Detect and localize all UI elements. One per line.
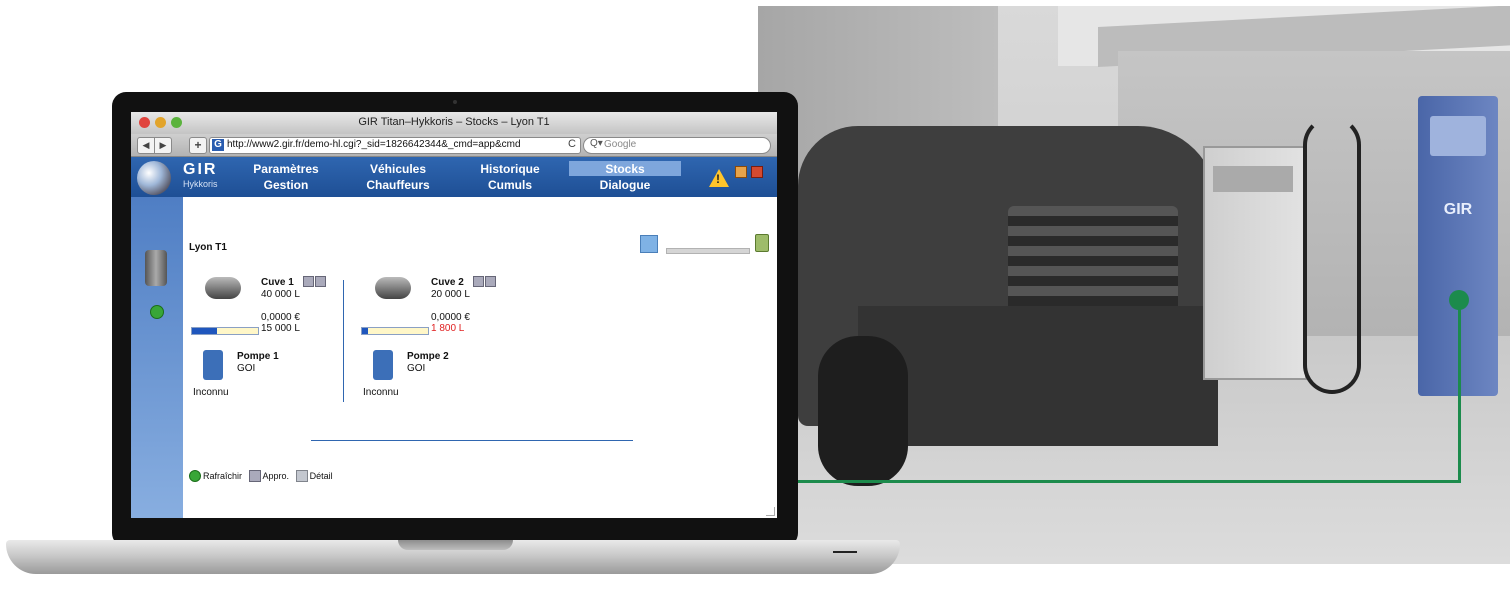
search-field[interactable]: Q▾ Google — [583, 137, 771, 154]
menu-item-stocks[interactable]: Stocks — [569, 161, 681, 177]
search-icon: Q▾ — [590, 138, 603, 149]
menu-column-parametres: Paramètres Gestion — [231, 161, 341, 193]
section-divider — [311, 440, 633, 441]
edit-icon[interactable] — [473, 276, 484, 287]
site-title: Lyon T1 — [189, 242, 227, 253]
tank-level-gauge — [191, 327, 259, 335]
menu-item-parametres[interactable]: Paramètres — [231, 161, 341, 177]
tank-level-gauge — [361, 327, 429, 335]
add-bookmark-button[interactable]: + — [189, 137, 207, 154]
pump-state: Inconnu — [363, 387, 399, 398]
menu-column-vehicules: Véhicules Chauffeurs — [343, 161, 453, 193]
warning-mark: ! — [716, 172, 720, 186]
logout-icon[interactable] — [751, 166, 763, 178]
refresh-icon[interactable] — [150, 305, 164, 319]
zoom-slider[interactable] — [666, 248, 750, 254]
refresh-icon — [189, 470, 201, 482]
tank-level: 1 800 L — [431, 323, 465, 334]
app-header: GIR Hykkoris Paramètres Gestion Véhicule… — [131, 157, 777, 197]
connector-line-vertical — [1458, 300, 1461, 483]
window-titlebar: GIR Titan–Hykkoris – Stocks – Lyon T1 — [131, 112, 777, 134]
tank-capacity: 40 000 L — [261, 289, 300, 300]
truck-bumper — [858, 306, 1218, 446]
dispenser-display — [1213, 166, 1293, 192]
details-icon[interactable] — [315, 276, 326, 287]
menu-item-dialogue[interactable]: Dialogue — [569, 177, 681, 193]
pump-state: Inconnu — [193, 387, 229, 398]
tank-capacity: 20 000 L — [431, 289, 470, 300]
tank-level: 15 000 L — [261, 323, 300, 334]
laptop-screen: GIR Titan–Hykkoris – Stocks – Lyon T1 ◀ … — [131, 112, 777, 518]
truck-wheel — [818, 336, 908, 486]
footer-actions: Rafraîchir Appro. Détail — [189, 470, 337, 482]
monitor-icon[interactable] — [640, 235, 658, 253]
connector-dot-pump — [1449, 290, 1469, 310]
details-icon[interactable] — [485, 276, 496, 287]
pump-fuel: GOI — [407, 363, 426, 374]
pump-fuel: GOI — [237, 363, 256, 374]
forward-button[interactable]: ▶ — [154, 137, 172, 154]
tank-level-fill — [362, 328, 368, 334]
reload-icon[interactable]: C — [568, 138, 576, 150]
fuel-pump-icon — [373, 350, 393, 380]
menu-column-stocks: Stocks Dialogue — [569, 161, 681, 193]
tank-icon — [205, 277, 241, 299]
resize-handle[interactable] — [766, 507, 775, 516]
laptop-indicator — [833, 551, 857, 553]
barrel-icon[interactable] — [145, 250, 167, 286]
edit-icon[interactable] — [303, 276, 314, 287]
tank-price: 0,0000 € — [431, 312, 470, 323]
tank-separator — [343, 280, 344, 402]
site-favicon-icon: G — [212, 139, 224, 151]
appro-link[interactable]: Appro. — [263, 471, 290, 481]
home-icon[interactable] — [735, 166, 747, 178]
menu-item-cumuls[interactable]: Cumuls — [455, 177, 565, 193]
truck-grille — [1008, 206, 1178, 316]
browser-toolbar: ◀ ▶ + G http://www2.gir.fr/demo-hl.cgi?_… — [131, 134, 777, 157]
search-placeholder: Google — [604, 139, 637, 150]
gir-terminal-logo: GIR — [1443, 201, 1473, 218]
tank-name: Cuve 2 — [431, 277, 464, 288]
menu-item-chauffeurs[interactable]: Chauffeurs — [343, 177, 453, 193]
back-button[interactable]: ◀ — [137, 137, 155, 154]
tank-name: Cuve 1 — [261, 277, 294, 288]
menu-item-historique[interactable]: Historique — [455, 161, 565, 177]
menu-item-gestion[interactable]: Gestion — [231, 177, 341, 193]
refresh-link[interactable]: Rafraîchir — [203, 471, 242, 481]
globe-logo-icon — [137, 161, 171, 195]
tank-card: Cuve 2 20 000 L 0,0000 € 1 800 L Pompe 2… — [361, 276, 601, 398]
menu-column-historique: Historique Cumuls — [455, 161, 565, 193]
window-title: GIR Titan–Hykkoris – Stocks – Lyon T1 — [358, 116, 550, 128]
gir-logo: GIR — [183, 161, 218, 178]
calculator-icon[interactable] — [755, 234, 769, 252]
edit-icon — [248, 470, 261, 482]
fuel-pump-icon — [203, 350, 223, 380]
laptop-notch — [398, 540, 513, 550]
content-curve — [183, 197, 777, 237]
menu-item-vehicules[interactable]: Véhicules — [343, 161, 453, 177]
left-sidebar — [131, 197, 183, 518]
detail-link[interactable]: Détail — [310, 471, 333, 481]
laptop-camera — [453, 100, 457, 104]
details-icon — [295, 470, 308, 482]
address-text[interactable]: http://www2.gir.fr/demo-hl.cgi?_sid=1826… — [227, 139, 557, 150]
logo-subtitle: Hykkoris — [183, 179, 218, 189]
address-bar[interactable]: G http://www2.gir.fr/demo-hl.cgi?_sid=18… — [209, 137, 581, 154]
tank-price: 0,0000 € — [261, 312, 300, 323]
connector-line-horizontal — [693, 480, 1460, 483]
pump-name: Pompe 1 — [237, 351, 279, 362]
pump-name: Pompe 2 — [407, 351, 449, 362]
gir-terminal-screen — [1430, 116, 1486, 156]
tank-level-fill — [192, 328, 217, 334]
tank-icon — [375, 277, 411, 299]
fuel-hose — [1303, 116, 1361, 394]
